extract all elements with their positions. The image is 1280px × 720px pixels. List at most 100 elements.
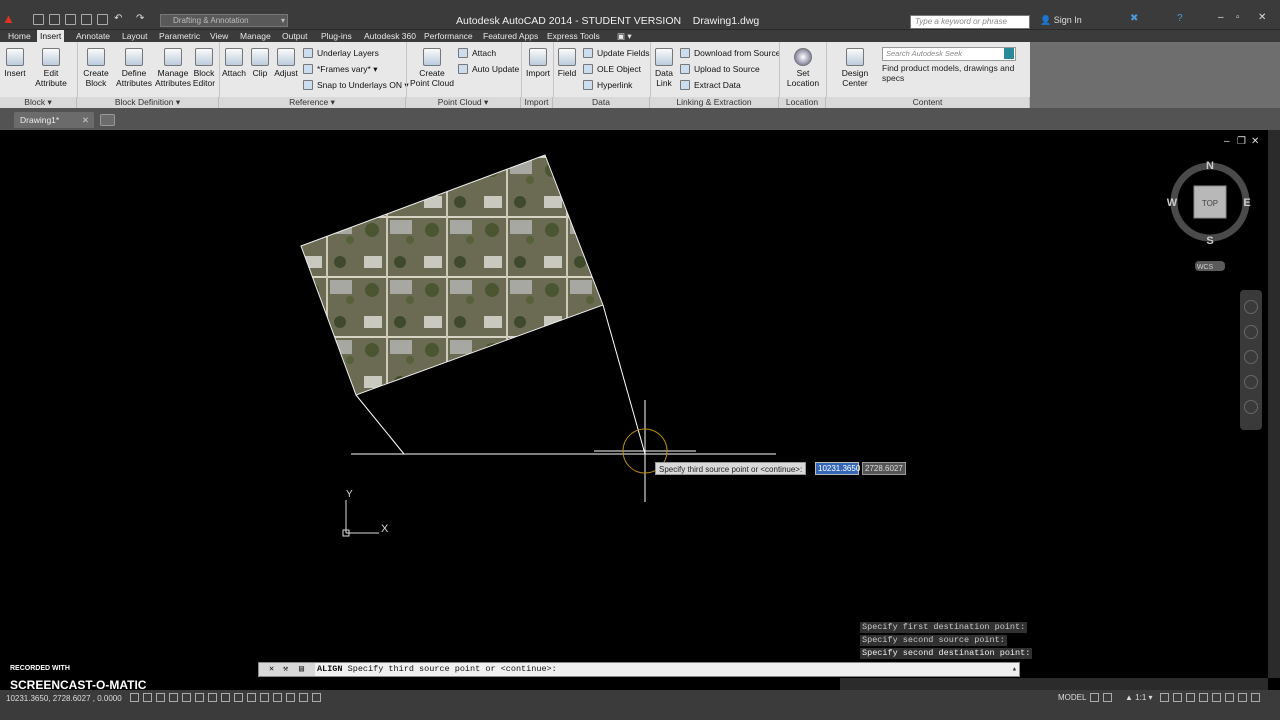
frames-vary-dropdown[interactable]: *Frames vary* ▾ [303,63,377,75]
horizontal-scrollbar[interactable] [840,678,1268,690]
print-icon[interactable] [97,14,108,25]
annotation-visibility-icon[interactable] [1160,693,1169,702]
tab-performance[interactable]: Performance [421,30,476,42]
command-line-text[interactable]: ALIGN Specify third source point or <con… [317,663,557,676]
save-icon[interactable] [65,14,76,25]
lock-icon[interactable] [1199,693,1208,702]
set-location-button[interactable]: Set Location [784,48,822,88]
close-icon[interactable]: ✕ [82,112,89,128]
dynamic-input-y-field[interactable]: 2728.6027 [862,462,906,475]
design-center-button[interactable]: Design Center [829,48,881,88]
underlay-layers-button[interactable]: Underlay Layers [303,47,379,59]
command-line[interactable]: ✕ ⚒ ▤ ALIGN Specify third source point o… [258,662,1020,677]
close-button[interactable]: ✕ [1258,12,1266,23]
tab-plug-ins[interactable]: Plug-ins [318,30,355,42]
sign-in-button[interactable]: 👤 Sign In [1040,15,1082,26]
ortho-icon[interactable] [169,693,178,702]
command-line-grip[interactable]: ✕ ⚒ ▤ [259,663,315,676]
clean-screen-icon[interactable] [1251,693,1260,702]
point-cloud-attach-button[interactable]: Attach [458,47,496,59]
aerial-image-raster[interactable] [300,154,604,396]
save-as-icon[interactable] [81,14,92,25]
new-tab-button[interactable] [100,114,115,126]
field-button[interactable]: Field [556,48,578,78]
customize-icon[interactable]: ⚒ [283,663,288,676]
alignment-line-2[interactable] [602,304,646,455]
document-tab[interactable]: Drawing1* ✕ [14,112,94,128]
application-status-bar-menu-icon[interactable] [1238,693,1247,702]
alignment-line-1[interactable] [355,394,405,455]
transparency-icon[interactable] [273,693,282,702]
clip-button[interactable]: Clip [250,48,270,78]
recent-commands-icon[interactable]: ▤ [299,663,304,676]
orbit-icon[interactable] [1244,375,1258,389]
panel-title-block[interactable]: Block ▾ [0,97,77,108]
new-file-icon[interactable] [33,14,44,25]
compass-s-label[interactable]: S [1206,235,1213,247]
define-attributes-button[interactable]: Define Attributes [115,48,153,88]
update-fields-button[interactable]: Update Fields [583,47,649,59]
viewport-restore-button[interactable]: ❐ [1237,136,1246,147]
adjust-button[interactable]: Adjust [273,48,299,78]
auto-update-button[interactable]: Auto Update [458,63,519,75]
redo-icon[interactable]: ↷ [136,14,147,25]
annotation-scale-dropdown[interactable]: ▲ 1:1 ▾ [1125,693,1153,702]
viewport-close-button[interactable]: ✕ [1251,136,1259,147]
maximize-button[interactable]: ▫ [1236,12,1240,23]
workspace-dropdown[interactable]: Drafting & Annotation ▾ [160,14,288,27]
tab-featured-apps[interactable]: Featured Apps [480,30,541,42]
3d-object-snap-icon[interactable] [208,693,217,702]
tab-view[interactable]: View [207,30,231,42]
quick-properties-icon[interactable] [286,693,295,702]
workspace-switching-icon[interactable] [1186,693,1195,702]
vertical-scrollbar[interactable] [1268,130,1280,678]
minimize-button[interactable]: – [1218,12,1224,23]
tab-home[interactable]: Home [5,30,34,42]
drawing-svg[interactable]: Y X TOP N S E W WCS [0,130,1268,678]
pan-icon[interactable] [1244,325,1258,339]
tab-layout[interactable]: Layout [119,30,151,42]
tab-annotate[interactable]: Annotate [73,30,113,42]
compass-w-label[interactable]: W [1167,197,1178,209]
tab-autodesk-360[interactable]: Autodesk 360 [361,30,419,42]
infer-constraints-icon[interactable] [130,693,139,702]
showmotion-icon[interactable] [1244,400,1258,414]
ribbon-options-icon[interactable]: ▣ ▾ [614,30,635,42]
quick-view-layouts-icon[interactable] [1090,693,1099,702]
selection-cycling-icon[interactable] [299,693,308,702]
hardware-acceleration-icon[interactable] [1212,693,1221,702]
allow-ucs-icon[interactable] [234,693,243,702]
coordinates-readout[interactable]: 10231.3650, 2728.6027 , 0.0000 [6,694,122,703]
model-space-toggle[interactable]: MODEL [1058,693,1086,702]
hyperlink-button[interactable]: Hyperlink [583,79,632,91]
ole-object-button[interactable]: OLE Object [583,63,641,75]
object-snap-tracking-icon[interactable] [221,693,230,702]
panel-title-block-definition[interactable]: Block Definition ▾ [77,97,219,108]
seek-search-icon[interactable] [1004,48,1014,59]
tab-parametric[interactable]: Parametric [156,30,203,42]
annotation-monitor-icon[interactable] [312,693,321,702]
extract-data-button[interactable]: Extract Data [680,79,741,91]
tab-insert[interactable]: Insert [37,30,65,42]
dynamic-input-x-field[interactable]: 10231.3650 [815,462,860,475]
download-from-source-button[interactable]: Download from Source [680,47,780,59]
create-block-button[interactable]: Create Block [82,48,110,88]
compass-n-label[interactable]: N [1206,160,1214,172]
zoom-icon[interactable] [1244,350,1258,364]
tab-output[interactable]: Output [279,30,311,42]
help-icon[interactable]: ? [1177,13,1183,24]
import-button[interactable]: Import [524,48,552,78]
dynamic-input-icon[interactable] [247,693,256,702]
seek-search-input[interactable]: Search Autodesk Seek [882,47,1016,61]
block-editor-button[interactable]: Block Editor [192,48,216,88]
keyword-search-input[interactable]: Type a keyword or phrase [910,15,1030,29]
snap-to-underlays-dropdown[interactable]: Snap to Underlays ON ▾ [303,79,409,91]
autocad-logo-icon[interactable]: ▲ [2,12,15,25]
compass-e-label[interactable]: E [1243,197,1250,209]
upload-to-source-button[interactable]: Upload to Source [680,63,760,75]
manage-attributes-button[interactable]: Manage Attributes [154,48,192,88]
lineweight-icon[interactable] [260,693,269,702]
panel-title-reference[interactable]: Reference ▾ [219,97,406,108]
undo-icon[interactable]: ↶ [114,14,125,25]
exchange-apps-icon[interactable]: ✖ [1130,13,1138,24]
